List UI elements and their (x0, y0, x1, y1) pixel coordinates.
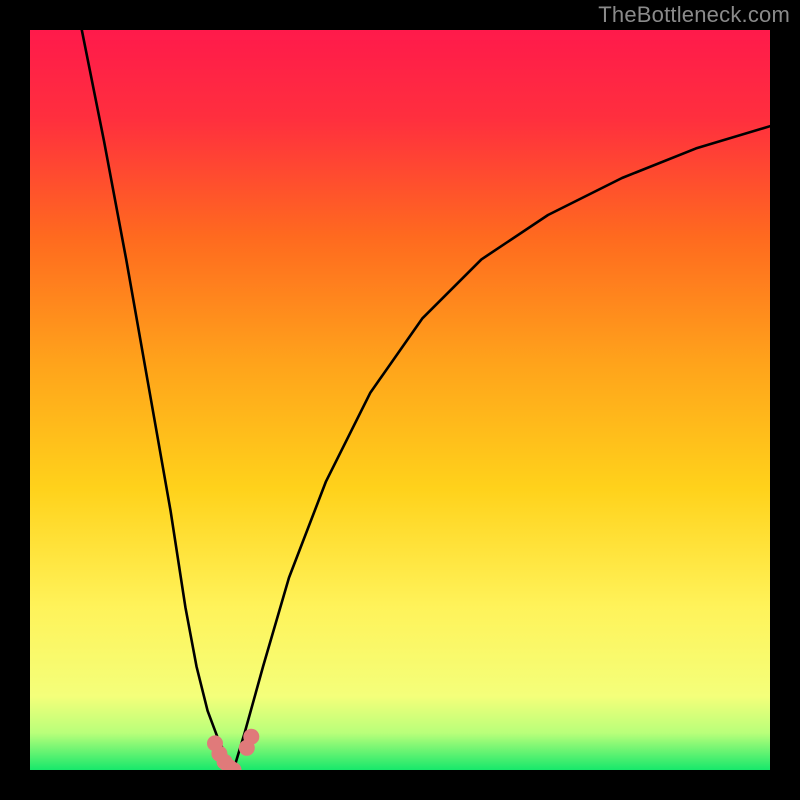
plot-area (30, 30, 770, 770)
curve-left-branch (82, 30, 234, 770)
curve-right-branch (234, 126, 771, 770)
trough-markers-right (239, 729, 259, 756)
trough-markers-left (207, 735, 242, 770)
chart-frame: TheBottleneck.com (0, 0, 800, 800)
watermark-text: TheBottleneck.com (598, 2, 790, 28)
curve-layer (30, 30, 770, 770)
